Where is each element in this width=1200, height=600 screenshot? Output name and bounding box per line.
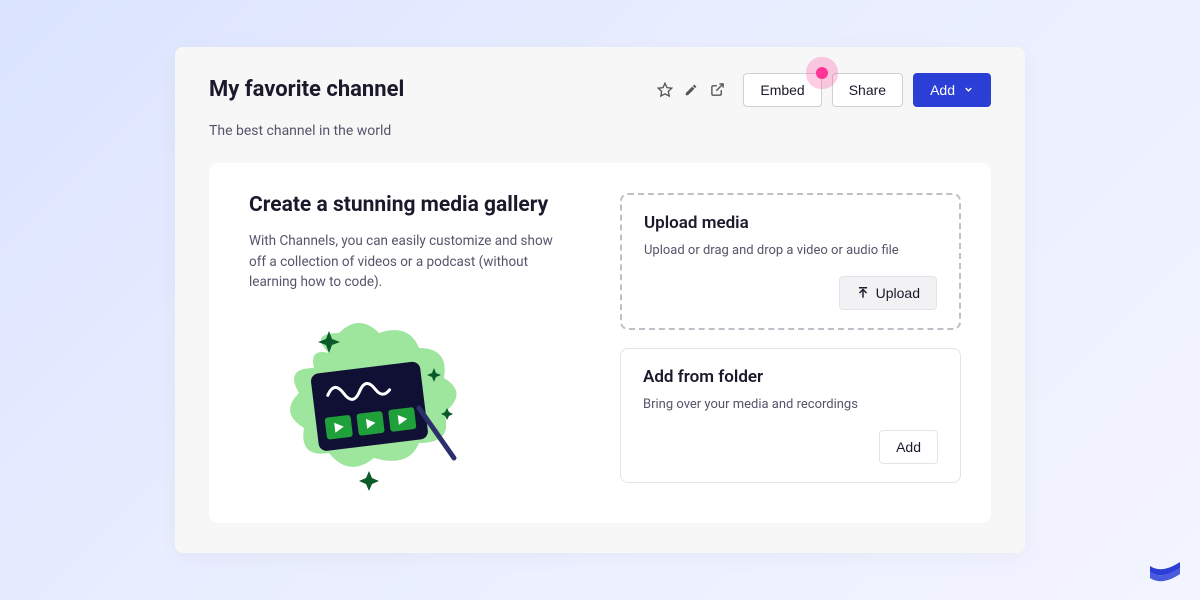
main-card: Create a stunning media gallery With Cha… [209, 163, 991, 524]
header-icon-group [657, 82, 725, 98]
embed-button[interactable]: Embed [743, 73, 821, 107]
page-subtitle: The best channel in the world [209, 123, 991, 139]
star-icon[interactable] [657, 82, 673, 98]
header-row: My favorite channel Embed Share Add [209, 73, 991, 107]
action-boxes: Upload media Upload or drag and drop a v… [620, 193, 961, 494]
upload-title: Upload media [644, 213, 937, 233]
add-from-folder-box: Add from folder Bring over your media an… [620, 348, 961, 483]
folder-add-button-label: Add [896, 439, 921, 455]
folder-box-title: Add from folder [643, 367, 938, 387]
upload-button[interactable]: Upload [839, 276, 937, 310]
upload-icon [856, 286, 870, 300]
gallery-description: With Channels, you can easily customize … [249, 231, 569, 294]
upload-dropzone[interactable]: Upload media Upload or drag and drop a v… [620, 193, 961, 330]
embed-button-wrap: Embed [743, 73, 821, 107]
external-link-icon[interactable] [709, 82, 725, 98]
gallery-heading: Create a stunning media gallery [249, 193, 590, 217]
channel-panel: My favorite channel Embed Share Add The … [175, 47, 1025, 554]
add-button-label: Add [930, 82, 955, 98]
gallery-illustration [269, 313, 499, 493]
upload-description: Upload or drag and drop a video or audio… [644, 243, 937, 258]
brand-logo-icon [1148, 556, 1182, 586]
upload-button-label: Upload [876, 285, 920, 301]
add-button[interactable]: Add [913, 73, 991, 107]
chevron-down-icon [963, 84, 974, 95]
folder-add-button[interactable]: Add [879, 430, 938, 464]
pencil-icon[interactable] [683, 82, 699, 98]
gallery-intro: Create a stunning media gallery With Cha… [249, 193, 590, 494]
page-title: My favorite channel [209, 77, 404, 102]
folder-box-description: Bring over your media and recordings [643, 397, 938, 412]
share-button[interactable]: Share [832, 73, 903, 107]
hotspot-indicator-icon [816, 67, 828, 79]
